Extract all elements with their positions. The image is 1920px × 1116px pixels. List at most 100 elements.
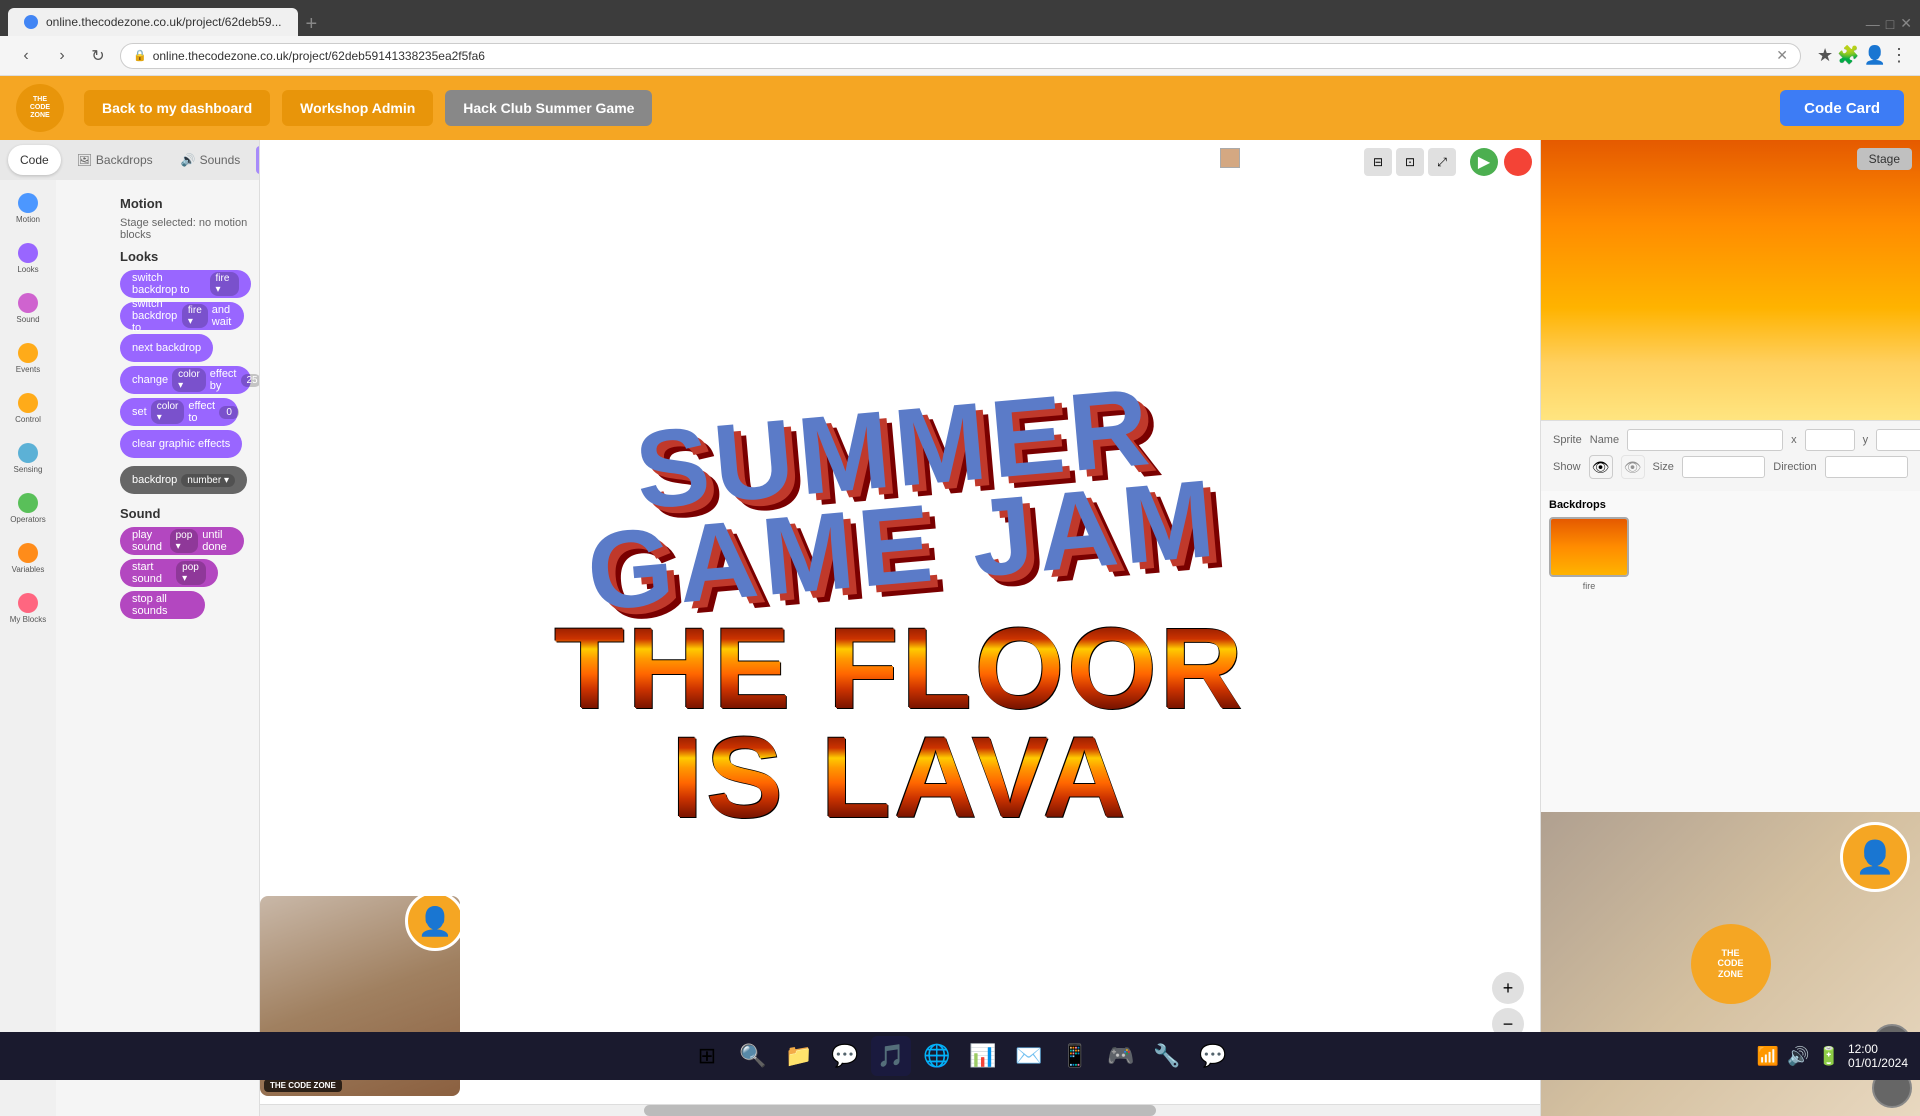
stage-scrollbar[interactable] xyxy=(260,1104,1540,1116)
taskbar-browser[interactable]: 🌐 xyxy=(917,1036,957,1076)
show-label: Show xyxy=(1553,461,1581,473)
variables-dot xyxy=(18,543,38,563)
block-switch-backdrop-wait[interactable]: switch backdrop to fire ▾ and wait xyxy=(120,302,244,330)
direction-input[interactable] xyxy=(1825,456,1908,478)
active-tab[interactable]: online.thecodezone.co.uk/project/62deb59… xyxy=(8,8,298,36)
back-to-dashboard-button[interactable]: Back to my dashboard xyxy=(84,90,270,126)
forward-button[interactable]: › xyxy=(48,42,76,70)
floor-line2: IS LAVA xyxy=(554,724,1245,833)
tab-code[interactable]: Code xyxy=(8,145,61,175)
sprite-backdrop-area: Backdrops fire xyxy=(1541,491,1920,812)
extensions-icon[interactable]: 🧩 xyxy=(1837,45,1859,66)
sidebar-item-sensing[interactable]: Sensing xyxy=(4,434,52,482)
block-label3: next backdrop xyxy=(132,342,201,354)
fullscreen-btn[interactable]: ⤢ xyxy=(1428,148,1456,176)
block-stop-all-sounds[interactable]: stop all sounds xyxy=(120,591,205,619)
reload-button[interactable]: ↻ xyxy=(84,42,112,70)
layout-mode-btn1[interactable]: ⊟ xyxy=(1364,148,1392,176)
sidebar-item-variables[interactable]: Variables xyxy=(4,534,52,582)
code-card-button[interactable]: Code Card xyxy=(1780,90,1904,126)
block-backdrop-number[interactable]: backdrop number ▾ xyxy=(120,466,247,494)
block-play-sound[interactable]: play sound pop ▾ until done xyxy=(120,527,244,555)
scroll-thumb[interactable] xyxy=(644,1105,1156,1116)
stop-button[interactable] xyxy=(1504,148,1532,176)
block-set-color[interactable]: set color ▾ effect to 0 xyxy=(120,398,238,426)
workshop-admin-button[interactable]: Workshop Admin xyxy=(282,90,433,126)
back-button[interactable]: ‹ xyxy=(12,42,40,70)
effect-value[interactable]: 25 xyxy=(241,374,260,387)
sidebar-item-motion[interactable]: Motion xyxy=(4,184,52,232)
taskbar-volume[interactable]: 🔊 xyxy=(1787,1046,1809,1067)
y-coord-input[interactable] xyxy=(1876,429,1920,451)
size-input[interactable] xyxy=(1682,456,1765,478)
taskbar-media[interactable]: 🎵 xyxy=(871,1036,911,1076)
taskbar-app1[interactable]: 📱 xyxy=(1055,1036,1095,1076)
dropdown-pop2[interactable]: pop ▾ xyxy=(176,561,206,585)
taskbar-app2[interactable]: 🎮 xyxy=(1101,1036,1141,1076)
taskbar-mail[interactable]: ✉️ xyxy=(1009,1036,1049,1076)
events-dot xyxy=(18,343,38,363)
right-logo-circle: THE CODE ZONE xyxy=(1691,924,1771,1004)
bookmark-icon[interactable]: ★ xyxy=(1817,45,1833,66)
sidebar-item-events[interactable]: Events xyxy=(4,334,52,382)
tab-sounds[interactable]: 🔊 Sounds xyxy=(169,145,253,175)
effect-to: effect to xyxy=(188,400,215,424)
clear-label: clear graphic effects xyxy=(132,438,230,450)
browser-close[interactable]: ✕ xyxy=(1900,15,1912,32)
dropdown-fire[interactable]: fire ▾ xyxy=(210,272,240,296)
taskbar-office[interactable]: 📊 xyxy=(963,1036,1003,1076)
block-switch-backdrop[interactable]: switch backdrop to fire ▾ xyxy=(120,270,251,298)
taskbar-discord[interactable]: 💬 xyxy=(1193,1036,1233,1076)
browser-minimize[interactable]: — xyxy=(1866,16,1880,32)
backdrops-label: Backdrops xyxy=(96,153,153,167)
backdrop-item-fire[interactable]: fire xyxy=(1549,517,1629,591)
block-clear-effects[interactable]: clear graphic effects xyxy=(120,430,242,458)
sprite-info-panel: Sprite Name x y Show 👁 👁 Size Direction xyxy=(1541,420,1920,491)
green-flag-button[interactable]: ▶ xyxy=(1470,148,1498,176)
taskbar-files[interactable]: 📁 xyxy=(779,1036,819,1076)
taskbar-network[interactable]: 📶 xyxy=(1757,1046,1779,1067)
dropdown-pop[interactable]: pop ▾ xyxy=(170,529,199,553)
right-presenter-avatar: 👤 xyxy=(1840,822,1910,892)
dropdown-color2[interactable]: color ▾ xyxy=(151,400,185,424)
tab-backdrops[interactable]: 🖼 Backdrops xyxy=(65,145,165,175)
sound-section-title: Sound xyxy=(120,506,251,521)
variables-label: Variables xyxy=(12,565,45,574)
block-start-sound[interactable]: start sound pop ▾ xyxy=(120,559,218,587)
hack-club-button[interactable]: Hack Club Summer Game xyxy=(445,90,652,126)
dropdown-color[interactable]: color ▾ xyxy=(172,368,206,392)
effect-value2[interactable]: 0 xyxy=(219,406,239,419)
block-change-color[interactable]: change color ▾ effect by 25 xyxy=(120,366,251,394)
close-url-icon[interactable]: ✕ xyxy=(1776,47,1788,64)
myblocks-dot xyxy=(18,593,38,613)
block-next-backdrop[interactable]: next backdrop xyxy=(120,334,213,362)
sprite-name-input[interactable] xyxy=(1627,429,1783,451)
sidebar-item-operators[interactable]: Operators xyxy=(4,484,52,532)
taskbar-clock: 12:0001/01/2024 xyxy=(1848,1042,1908,1070)
show-eye-open[interactable]: 👁 xyxy=(1589,455,1613,479)
new-tab-btn[interactable]: + xyxy=(306,13,318,36)
menu-icon[interactable]: ⋮ xyxy=(1890,45,1908,66)
summer-game-jam-title: SUMMER GAME JAM xyxy=(546,371,1252,624)
profile-icon[interactable]: 👤 xyxy=(1864,45,1886,66)
sidebar-item-looks[interactable]: Looks xyxy=(4,234,52,282)
zoom-in-btn[interactable]: + xyxy=(1492,972,1524,1004)
taskbar-battery[interactable]: 🔋 xyxy=(1818,1046,1840,1067)
taskbar-windows[interactable]: ⊞ xyxy=(687,1036,727,1076)
layout-mode-btn2[interactable]: ⊡ xyxy=(1396,148,1424,176)
backdrops-section-label: Backdrops xyxy=(1549,499,1912,511)
sidebar-item-myblocks[interactable]: My Blocks xyxy=(4,584,52,632)
sidebar-item-control[interactable]: Control xyxy=(4,384,52,432)
sidebar-item-sound[interactable]: Sound xyxy=(4,284,52,332)
taskbar-search[interactable]: 🔍 xyxy=(733,1036,773,1076)
x-coord-input[interactable] xyxy=(1805,429,1855,451)
looks-section-title: Looks xyxy=(120,249,251,264)
stage-tab-btn[interactable]: Stage xyxy=(1857,148,1912,170)
address-bar[interactable]: 🔒 online.thecodezone.co.uk/project/62deb… xyxy=(120,43,1801,69)
dropdown-fire2[interactable]: fire ▾ xyxy=(182,304,208,328)
show-eye-closed[interactable]: 👁 xyxy=(1621,455,1645,479)
taskbar-teams[interactable]: 💬 xyxy=(825,1036,865,1076)
browser-maximize[interactable]: □ xyxy=(1886,16,1894,32)
dropdown-number[interactable]: number ▾ xyxy=(181,474,235,487)
taskbar-app3[interactable]: 🔧 xyxy=(1147,1036,1187,1076)
